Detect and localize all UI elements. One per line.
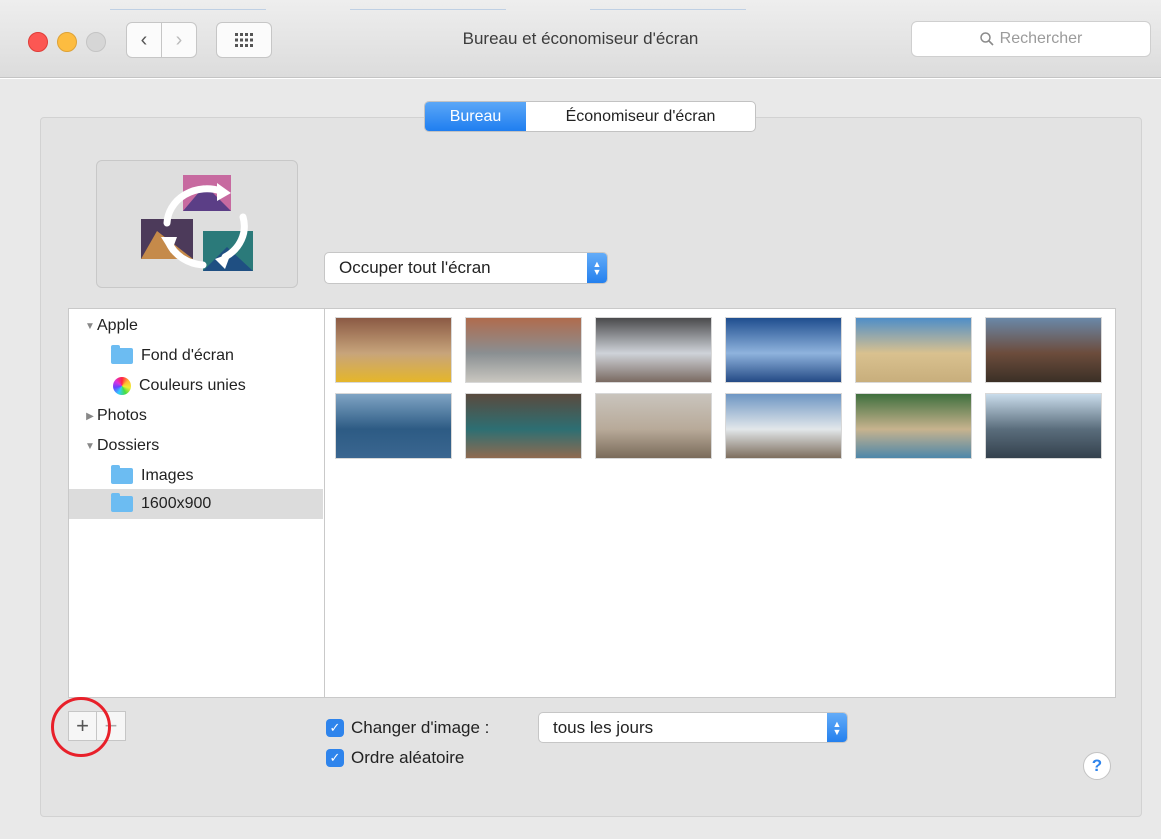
updown-arrows-icon: ▲ ▼ <box>827 713 847 742</box>
sidebar-item-apple[interactable]: ▼ Apple <box>69 311 323 341</box>
disclosure-triangle-icon[interactable]: ▶ <box>83 411 97 422</box>
window-toolbar: ‹ › Bureau et économiseur d'écran Recher… <box>0 0 1161 78</box>
wallpaper-thumbnail-ice-floes[interactable] <box>725 317 842 383</box>
sidebar-item-couleurs-unies[interactable]: Couleurs unies <box>69 371 323 401</box>
minimize-window-button[interactable] <box>57 32 77 52</box>
wallpaper-thumbnail-sandy-beach[interactable] <box>855 317 972 383</box>
wallpaper-thumbnail-misty-lake[interactable] <box>335 393 452 459</box>
chevron-right-icon: › <box>175 28 183 51</box>
sidebar-item-label: Fond d'écran <box>141 347 234 364</box>
wallpaper-thumbnail-venice-canal[interactable] <box>465 393 582 459</box>
wallpaper-thumbnail-rooftop-pool[interactable] <box>465 317 582 383</box>
tab-strip-fragment <box>350 0 506 10</box>
wallpaper-thumbnail-taxi-street[interactable] <box>335 317 452 383</box>
folder-icon <box>111 493 133 512</box>
folder-icon <box>111 345 133 364</box>
random-order-checkbox[interactable]: ✓ <box>326 749 344 767</box>
sidebar-item-1600x900[interactable]: 1600x900 <box>69 489 323 519</box>
wallpaper-thumbnail-foggy-beach[interactable] <box>595 393 712 459</box>
sidebar-item-label: Dossiers <box>97 437 160 454</box>
wallpaper-thumbnail-old-building[interactable] <box>985 317 1102 383</box>
fit-mode-value: Occuper tout l'écran <box>339 258 491 277</box>
forward-button[interactable]: › <box>161 22 197 58</box>
search-field[interactable]: Rechercher <box>911 21 1151 57</box>
close-window-button[interactable] <box>28 32 48 52</box>
zoom-window-button[interactable] <box>86 32 106 52</box>
source-list: ▼ Apple Fond d'écran Couleurs unies ▶ Ph… <box>68 308 324 698</box>
wallpaper-preview <box>96 160 298 288</box>
grid-icon <box>235 33 253 47</box>
sidebar-item-label: Couleurs unies <box>139 377 246 394</box>
change-picture-checkbox[interactable]: ✓ <box>326 719 344 737</box>
wallpaper-thumbnail-statue-sky[interactable] <box>985 393 1102 459</box>
show-all-button[interactable] <box>216 22 272 58</box>
wallpaper-thumbnail-rocky-coast[interactable] <box>725 393 842 459</box>
sidebar-item-label: Apple <box>97 317 138 334</box>
sidebar-item-label: 1600x900 <box>141 495 212 512</box>
sidebar-item-images[interactable]: Images <box>69 461 323 491</box>
sidebar-item-photos[interactable]: ▶ Photos <box>69 401 323 431</box>
highlight-circle <box>51 697 111 757</box>
fit-mode-popup[interactable]: Occuper tout l'écran ▲ ▼ <box>324 252 608 284</box>
search-placeholder: Rechercher <box>999 30 1083 47</box>
back-button[interactable]: ‹ <box>126 22 162 58</box>
sidebar-item-label: Photos <box>97 407 147 424</box>
rotating-pictures-icon <box>141 175 253 271</box>
change-interval-value: tous les jours <box>553 717 654 737</box>
help-button[interactable]: ? <box>1083 752 1111 780</box>
tab-control: Bureau Économiseur d'écran <box>424 101 756 132</box>
color-wheel-icon <box>113 377 131 395</box>
search-icon <box>979 32 994 46</box>
wallpaper-grid <box>324 308 1116 698</box>
disclosure-triangle-icon[interactable]: ▼ <box>83 441 97 452</box>
tab-screensaver[interactable]: Économiseur d'écran <box>526 102 755 131</box>
tab-strip-fragment <box>110 0 266 10</box>
tab-bureau[interactable]: Bureau <box>425 102 526 131</box>
disclosure-triangle-icon[interactable]: ▼ <box>83 321 97 332</box>
change-interval-popup[interactable]: tous les jours ▲ ▼ <box>538 712 848 743</box>
sidebar-item-fond-d-ecran[interactable]: Fond d'écran <box>69 341 323 371</box>
sidebar-item-dossiers[interactable]: ▼ Dossiers <box>69 431 323 461</box>
random-order-label: Ordre aléatoire <box>351 748 465 767</box>
chevron-left-icon: ‹ <box>140 28 148 51</box>
wallpaper-thumbnail-snowy-trees[interactable] <box>595 317 712 383</box>
sidebar-item-label: Images <box>141 467 194 484</box>
folder-icon <box>111 465 133 484</box>
change-picture-label: Changer d'image : <box>351 718 490 737</box>
wallpaper-thumbnail-cliff-shore[interactable] <box>855 393 972 459</box>
tab-strip-fragment <box>590 0 746 10</box>
updown-arrows-icon: ▲ ▼ <box>587 253 607 283</box>
